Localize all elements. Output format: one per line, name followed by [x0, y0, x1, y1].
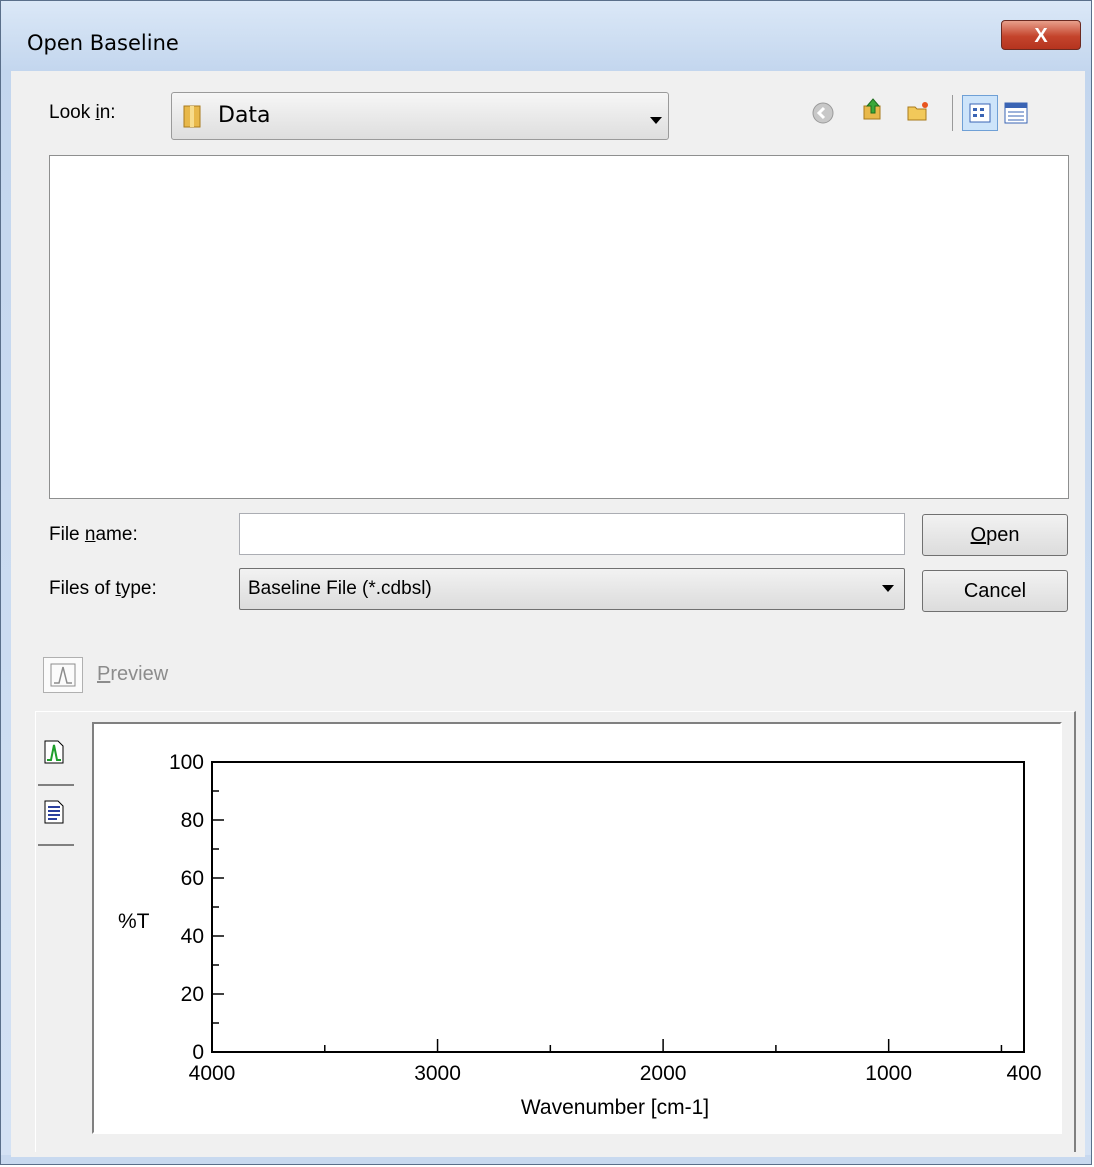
dialog-body: Look in: Data File name: Open Files of t… [11, 71, 1085, 1157]
cancel-button[interactable]: Cancel [922, 570, 1068, 612]
file-name-label: File name: [49, 524, 138, 545]
y-tick-label: 60 [181, 867, 204, 890]
close-icon: X [1034, 25, 1048, 47]
look-in-label: Look in: [49, 102, 116, 123]
file-list[interactable] [49, 155, 1069, 499]
plot-area [211, 761, 1025, 1053]
file-name-input[interactable] [239, 513, 905, 555]
x-tick-label: 3000 [414, 1062, 461, 1085]
tab-spectrum[interactable] [38, 732, 74, 786]
x-tick-label: 4000 [189, 1062, 236, 1085]
spectrum-icon [50, 663, 76, 687]
y-tick-label: 100 [169, 751, 204, 774]
look-in-combo[interactable]: Data [171, 92, 669, 140]
y-tick-label: 0 [192, 1041, 204, 1064]
close-button[interactable]: X [1001, 20, 1081, 50]
chevron-down-icon[interactable] [650, 117, 662, 124]
preview-toggle[interactable] [43, 657, 83, 693]
window-frame-left [1, 71, 11, 1164]
y-tick-label: 40 [181, 925, 204, 948]
files-of-type-label: Files of type: [49, 578, 157, 599]
files-of-type-select[interactable]: Baseline File (*.cdbsl) [239, 568, 905, 610]
look-in-value: Data [218, 103, 271, 128]
up-folder-icon[interactable] [861, 97, 885, 121]
tab-info[interactable] [38, 792, 74, 846]
list-view-button[interactable] [962, 95, 998, 131]
title-bar[interactable]: Open Baseline X [1, 1, 1091, 71]
spectrum-chart: 0 20 40 60 80 100 4000 3000 2000 1000 400 %T Wavenum… [118, 751, 1042, 1119]
toolbar-separator [952, 95, 953, 131]
window-title: Open Baseline [27, 31, 179, 55]
chevron-down-icon[interactable] [882, 585, 894, 592]
x-tick-label: 2000 [640, 1062, 687, 1085]
spectrum-chart-frame: 0 20 40 60 80 100 4000 3000 2000 1000 400 %T Wavenum… [92, 722, 1062, 1134]
open-baseline-dialog: Open Baseline X Look in: Data File name:… [0, 0, 1092, 1165]
info-tab-icon [44, 800, 64, 824]
list-view-icon [969, 103, 991, 123]
back-icon[interactable] [811, 101, 835, 125]
files-of-type-value: Baseline File (*.cdbsl) [248, 578, 432, 599]
x-axis-label: Wavenumber [cm-1] [521, 1096, 709, 1119]
spectrum-tab-icon [44, 740, 64, 764]
folder-icon [183, 105, 201, 128]
preview-panel: 0 20 40 60 80 100 4000 3000 2000 1000 400 %T Wavenum… [35, 711, 1076, 1152]
x-tick-label: 400 [1006, 1062, 1041, 1085]
open-button[interactable]: Open [922, 514, 1068, 556]
new-folder-icon[interactable] [906, 99, 930, 123]
y-tick-label: 20 [181, 983, 204, 1006]
y-axis-label: %T [118, 910, 150, 933]
x-tick-label: 1000 [865, 1062, 912, 1085]
y-tick-label: 80 [181, 809, 204, 832]
details-view-icon[interactable] [1004, 101, 1028, 125]
preview-label[interactable]: Preview [97, 663, 168, 686]
